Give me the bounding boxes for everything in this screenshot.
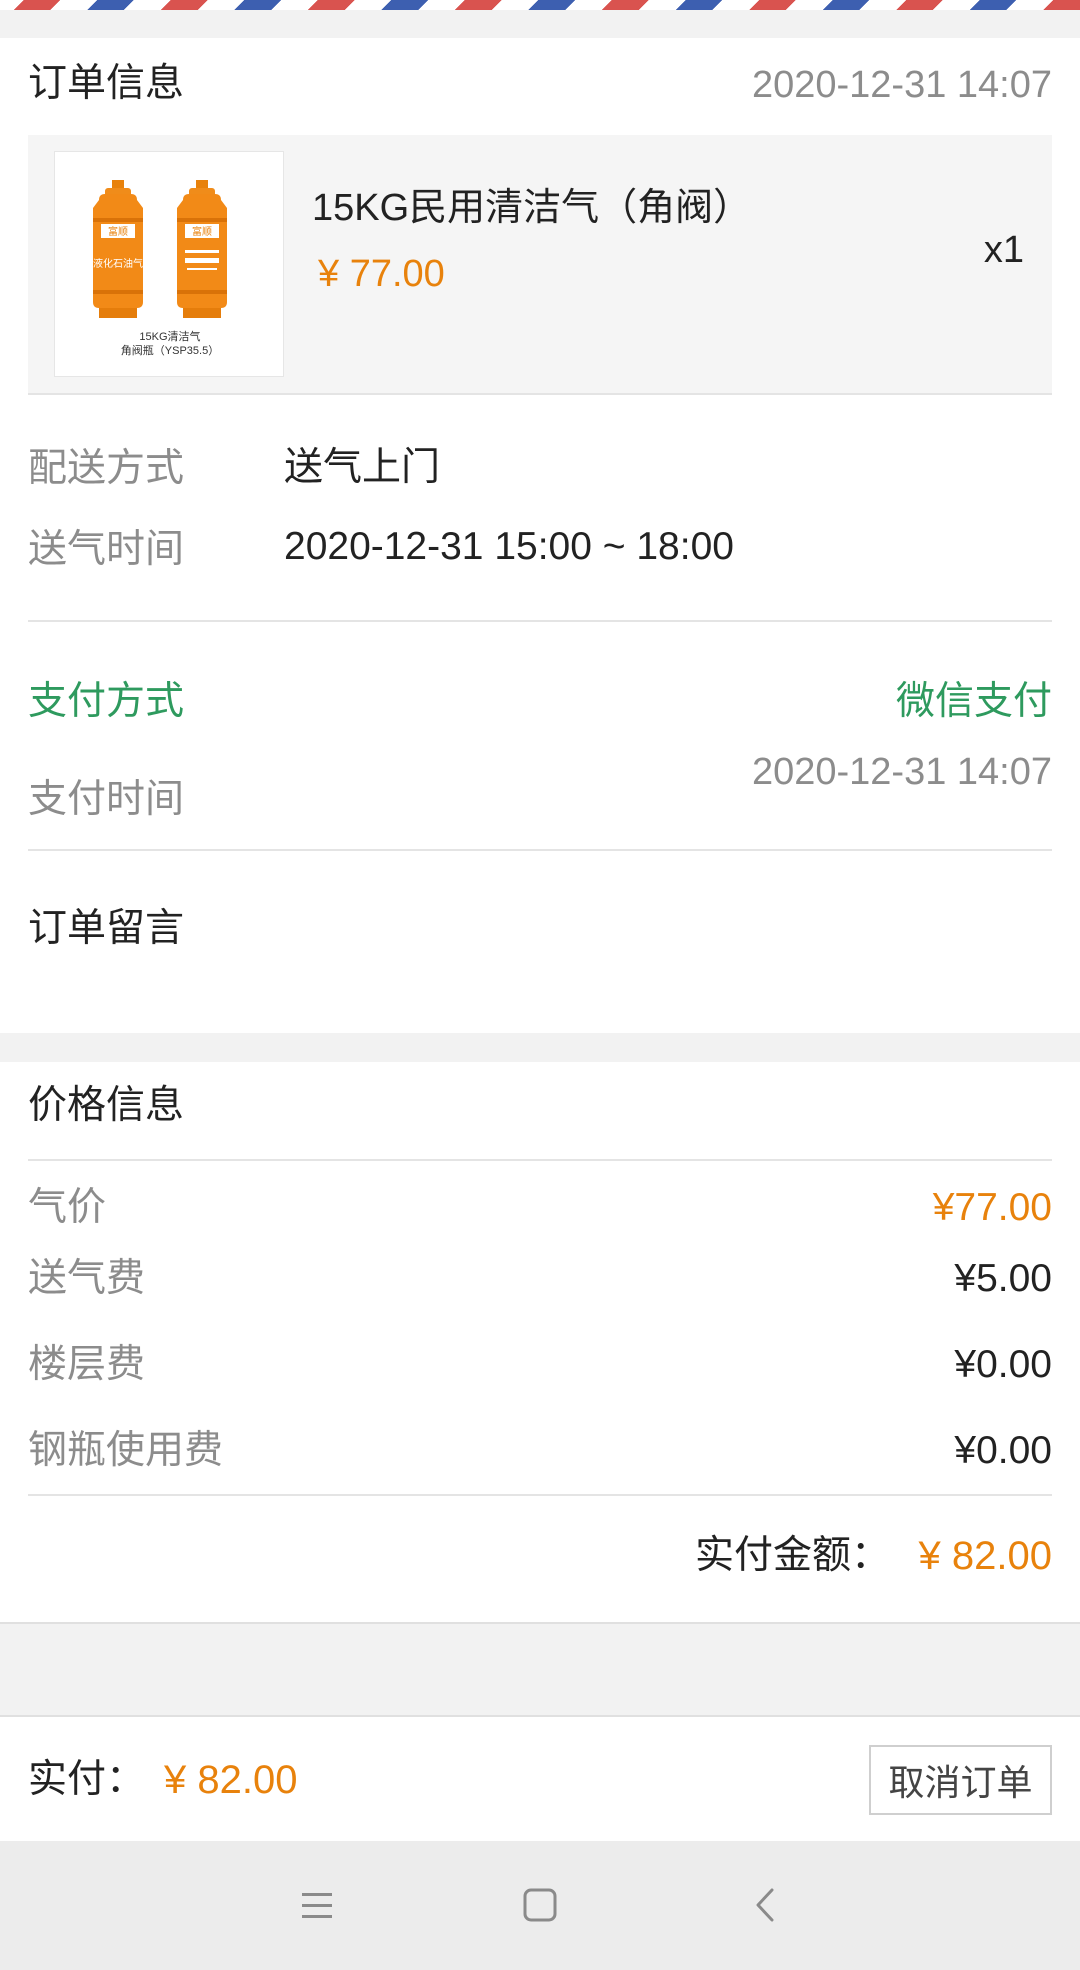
home-square-icon[interactable] (480, 1841, 600, 1970)
product-image: 富顺 液化石油气 富顺 15KG清洁气 角阀瓶（YSP35.5） (54, 151, 284, 377)
divider (28, 620, 1052, 622)
divider (28, 849, 1052, 851)
airmail-stripe (0, 0, 1080, 10)
svg-text:富顺: 富顺 (192, 225, 212, 238)
delivery-time-label: 送气时间 (28, 528, 185, 571)
product-quantity: x1 (983, 229, 1024, 271)
payment-time-value: 2020-12-31 14:07 (751, 751, 1052, 793)
total-label: 实付金额： (694, 1534, 890, 1577)
menu-icon[interactable] (257, 1841, 377, 1970)
bottom-action-bar: 实付： ¥ 82.00 取消订单 (0, 1715, 1080, 1841)
delivery-method-value: 送气上门 (284, 446, 441, 489)
price-item-value: ¥5.00 (954, 1257, 1052, 1300)
divider (28, 1159, 1052, 1161)
paid-value: ¥ 82.00 (164, 1758, 298, 1802)
order-message-label: 订单留言 (28, 907, 185, 950)
price-item-value: ¥0.00 (954, 1429, 1052, 1472)
price-item-label: 钢瓶使用费 (28, 1429, 224, 1472)
product-image-caption-line2: 角阀瓶（YSP35.5） (120, 345, 220, 357)
price-item-label: 送气费 (28, 1257, 146, 1300)
svg-text:液化石油气: 液化石油气 (93, 257, 143, 270)
divider (28, 393, 1052, 395)
product-item[interactable]: 富顺 液化石油气 富顺 15KG清洁气 角阀瓶（YSP35.5） 15KG民用清… (28, 135, 1052, 393)
delivery-time-value: 2020-12-31 15:00 ~ 18:00 (284, 525, 734, 568)
price-item-value: ¥0.00 (954, 1343, 1052, 1386)
system-nav-bar (0, 1841, 1080, 1970)
cancel-order-button[interactable]: 取消订单 (869, 1745, 1052, 1815)
payment-method-label: 支付方式 (28, 680, 185, 723)
order-datetime: 2020-12-31 14:07 (751, 64, 1052, 106)
payment-method-value: 微信支付 (895, 680, 1052, 723)
product-price: ¥ 77.00 (318, 253, 445, 295)
price-item-value: ¥77.00 (932, 1186, 1052, 1229)
order-info-card: 订单信息 2020-12-31 14:07 富顺 液化石油气 富顺 15KG清洁… (0, 38, 1080, 1033)
payment-time-label: 支付时间 (28, 778, 185, 821)
svg-text:富顺: 富顺 (108, 225, 128, 238)
product-name: 15KG民用清洁气（角阀） (312, 187, 752, 229)
product-image-caption-line1: 15KG清洁气 (139, 331, 201, 343)
price-info-card: 价格信息 气价 ¥77.00 送气费 ¥5.00 楼层费 ¥0.00 钢瓶使用费… (0, 1062, 1080, 1624)
price-item-label: 气价 (28, 1186, 107, 1229)
order-info-title: 订单信息 (28, 62, 185, 105)
total-value: ¥ 82.00 (918, 1534, 1052, 1578)
delivery-method-label: 配送方式 (28, 447, 185, 490)
paid-label: 实付： (28, 1758, 146, 1801)
price-info-title: 价格信息 (28, 1084, 185, 1127)
price-item-label: 楼层费 (28, 1343, 146, 1386)
back-chevron-icon[interactable] (706, 1841, 826, 1970)
divider (28, 1494, 1052, 1496)
